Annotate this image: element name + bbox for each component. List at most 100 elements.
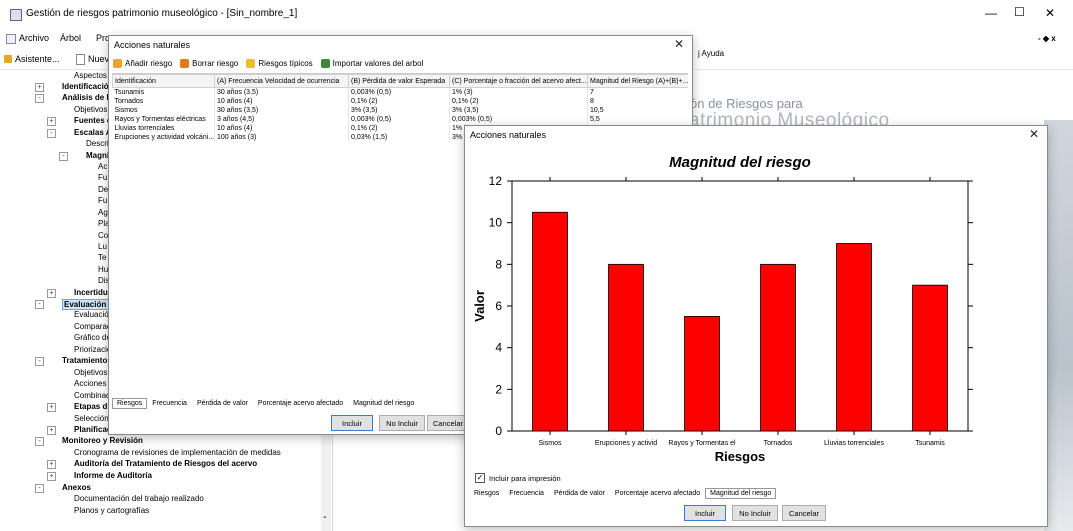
cancel-button[interactable]: Cancelar: [427, 415, 469, 431]
import-values-button[interactable]: Importar valores del arbol: [320, 58, 423, 68]
table-cell[interactable]: Lluvias torrenciales: [112, 124, 215, 133]
tree-item[interactable]: Ac: [98, 162, 107, 171]
no-include-button[interactable]: No Incluir: [732, 505, 778, 521]
column-header[interactable]: Magnitud del Riesgo (A)+(B)+...: [587, 74, 688, 88]
table-cell[interactable]: 30 años (3,5): [214, 87, 349, 97]
tree-item[interactable]: Tratamiento: [62, 356, 107, 365]
table-cell[interactable]: 0,1% (2): [348, 97, 450, 106]
tree-item[interactable]: Comparaci: [74, 322, 113, 331]
tab-magnitud-del-riesgo[interactable]: Magnitud del riesgo: [705, 488, 777, 499]
table-cell[interactable]: 1% (3): [449, 87, 588, 97]
include-button[interactable]: Incluir: [684, 505, 726, 521]
tab-frecuencia[interactable]: Frecuencia: [147, 398, 192, 409]
table-cell[interactable]: 8: [587, 97, 688, 106]
collapse-icon[interactable]: -: [35, 300, 44, 309]
delete-risk-button[interactable]: Borrar riesgo: [180, 58, 238, 68]
tree-item[interactable]: Auditoría del Tratamiento de Riesgos del…: [74, 459, 257, 468]
collapse-icon[interactable]: -: [35, 484, 44, 493]
tab-porcentaje-acervo-afectado[interactable]: Porcentaje acervo afectado: [253, 398, 348, 409]
expand-icon[interactable]: +: [47, 472, 56, 481]
collapse-icon[interactable]: -: [59, 152, 68, 161]
tree-item[interactable]: Análisis de R: [62, 93, 112, 102]
tab-frecuencia[interactable]: Frecuencia: [504, 488, 549, 499]
tree-item[interactable]: Planos y cartografías: [74, 506, 149, 515]
table-cell[interactable]: 0,003% (0,5): [348, 115, 450, 124]
minimize-icon[interactable]: —: [985, 6, 997, 20]
table-cell[interactable]: 0,03% (1,5): [348, 133, 450, 142]
table-cell[interactable]: 0,1% (2): [449, 97, 588, 106]
expand-icon[interactable]: +: [47, 460, 56, 469]
tree-item[interactable]: Selección: [74, 414, 109, 423]
table-cell[interactable]: 30 años (3,5): [214, 106, 349, 115]
table-row[interactable]: Tornados 10 años (4) 0,1% (2) 0,1% (2) 8: [112, 97, 688, 106]
mdi-controls[interactable]: - ◆ x: [1038, 34, 1056, 43]
column-header[interactable]: (A) Frecuencia Velocidad de ocurrencia: [214, 74, 349, 88]
expand-icon[interactable]: +: [35, 83, 44, 92]
scroll-down-icon[interactable]: ⌄: [322, 512, 328, 520]
tab-p-rdida-de-valor[interactable]: Pérdida de valor: [192, 398, 253, 409]
menu-arbol[interactable]: Árbol: [60, 33, 81, 43]
tree-item[interactable]: Informe de Auditoría: [74, 471, 152, 480]
maximize-icon[interactable]: ☐: [1014, 5, 1025, 19]
collapse-icon[interactable]: -: [35, 357, 44, 366]
tree-item[interactable]: Cronograma de revisiones de implementaci…: [74, 448, 281, 457]
tree-item[interactable]: Lu: [98, 242, 107, 251]
table-cell[interactable]: 3% (3,5): [348, 106, 450, 115]
include-button[interactable]: Incluir: [331, 415, 373, 431]
table-cell[interactable]: Rayos y Tormentas eléctricas: [112, 115, 215, 124]
tree-item[interactable]: Hu: [98, 265, 108, 274]
tree-item[interactable]: Magni: [86, 151, 109, 160]
table-cell[interactable]: 3 años (4,5): [214, 115, 349, 124]
tree-item[interactable]: Objetivos: [74, 368, 107, 377]
expand-icon[interactable]: +: [47, 289, 56, 298]
collapse-icon[interactable]: -: [35, 437, 44, 446]
menu-archivo[interactable]: Archivo: [19, 33, 49, 43]
tree-item[interactable]: Combinaci: [74, 391, 112, 400]
tree-item[interactable]: Ag: [98, 208, 108, 217]
tree-item[interactable]: Co: [98, 231, 108, 240]
table-cell[interactable]: Tsunamis: [112, 87, 215, 97]
table-row[interactable]: Rayos y Tormentas eléctricas 3 años (4,5)…: [112, 115, 688, 124]
tree-item[interactable]: Incertidu: [74, 288, 108, 297]
table-row[interactable]: Tsunamis 30 años (3,5) 0,003% (0,5) 1% (3) 7: [112, 87, 688, 97]
table-row[interactable]: Sismos 30 años (3,5) 3% (3,5) 3% (3,5) 10,5: [112, 106, 688, 115]
tree-item[interactable]: Fuentes d: [74, 116, 112, 125]
tab-p-rdida-de-valor[interactable]: Pérdida de valor: [549, 488, 610, 499]
tree-item[interactable]: Aspectos r: [74, 71, 112, 80]
table-cell[interactable]: Erupciones y actividad volcáni...: [112, 133, 215, 142]
tree-item[interactable]: Fu: [98, 173, 107, 182]
table-cell[interactable]: 0,1% (2): [348, 124, 450, 133]
table-cell[interactable]: 10,5: [587, 106, 688, 115]
table-cell[interactable]: 10 años (4): [214, 124, 349, 133]
add-risk-button[interactable]: Añadir riesgo: [113, 58, 172, 68]
cancel-button[interactable]: Cancelar: [782, 505, 826, 521]
table-cell[interactable]: 10 años (4): [214, 97, 349, 106]
close-icon[interactable]: ✕: [1029, 127, 1039, 141]
expand-icon[interactable]: +: [47, 403, 56, 412]
tree-item[interactable]: Gráfico de: [74, 333, 111, 342]
table-cell[interactable]: 0,003% (0,5): [449, 115, 588, 124]
column-header[interactable]: Identificación: [112, 74, 215, 88]
column-header[interactable]: (C) Porcentaje o fracción del acervo afe…: [449, 74, 588, 88]
tab-riesgos[interactable]: Riesgos: [469, 488, 504, 499]
table-cell[interactable]: 3% (3,5): [449, 106, 588, 115]
collapse-icon[interactable]: -: [35, 94, 44, 103]
tree-item[interactable]: Anexos: [62, 483, 91, 492]
tree-item[interactable]: Fu: [98, 196, 107, 205]
tab-porcentaje-acervo-afectado[interactable]: Porcentaje acervo afectado: [610, 488, 705, 499]
tree-item[interactable]: Objetivos: [74, 105, 107, 114]
table-cell[interactable]: 100 años (3): [214, 133, 349, 142]
collapse-icon[interactable]: -: [47, 129, 56, 138]
column-header[interactable]: (B) Pérdida de valor Esperada: [348, 74, 450, 88]
expand-icon[interactable]: +: [47, 426, 56, 435]
tree-item[interactable]: Documentación del trabajo realizado: [74, 494, 204, 503]
close-icon[interactable]: ✕: [1045, 6, 1055, 20]
table-cell[interactable]: 0,003% (0,5): [348, 87, 450, 97]
print-checkbox[interactable]: ✓: [475, 473, 485, 483]
toolbar-asistente[interactable]: Asistente...: [15, 54, 60, 64]
table-cell[interactable]: 5,5: [587, 115, 688, 124]
table-cell[interactable]: 7: [587, 87, 688, 97]
tree-item[interactable]: Planificac: [74, 425, 111, 434]
expand-icon[interactable]: +: [47, 117, 56, 126]
no-include-button[interactable]: No Incluir: [379, 415, 425, 431]
